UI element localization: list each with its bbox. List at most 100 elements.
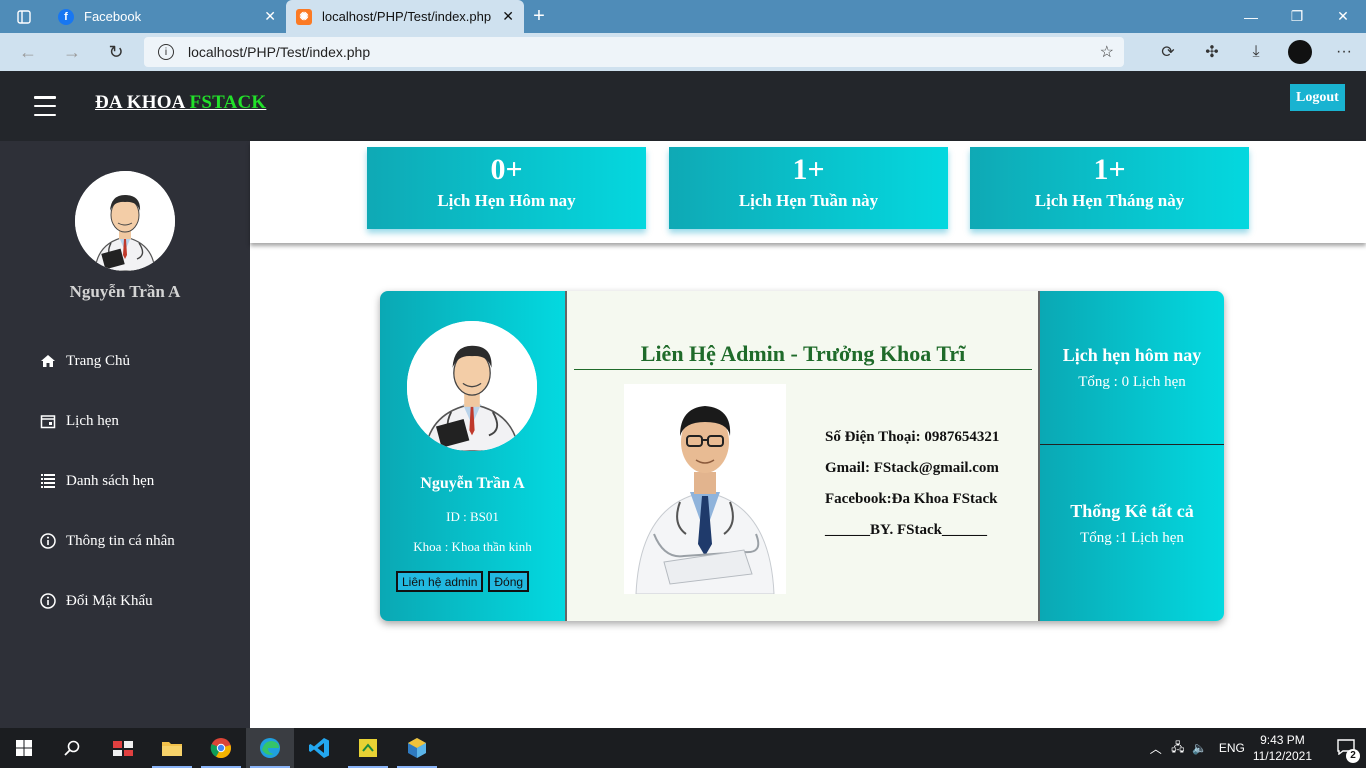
favorite-icon[interactable]: ☆ <box>1100 42 1114 62</box>
today-total: Tổng : 0 Lịch hẹn <box>1078 374 1186 390</box>
browser-toolbar: ⟳ ✣ ⤓ ··· <box>1146 33 1366 71</box>
logout-button[interactable]: Logout <box>1290 84 1345 111</box>
contact-title: Liên Hệ Admin - Trưởng Khoa Trĩ <box>574 341 1032 370</box>
sidebar-item-label: Danh sách hẹn <box>66 472 155 489</box>
site-info-icon[interactable]: i <box>158 44 174 60</box>
today-title: Lịch hẹn hôm nay <box>1062 345 1202 365</box>
avatar <box>75 171 175 271</box>
tab-localhost[interactable]: ✺ localhost/PHP/Test/index.php ✕ <box>286 0 524 33</box>
doctor-name: Nguyễn Trần A <box>420 475 525 492</box>
all-total: Tổng :1 Lịch hẹn <box>1080 530 1184 546</box>
divider <box>1040 444 1224 445</box>
close-window-icon[interactable]: ✕ <box>1320 0 1366 33</box>
language-indicator[interactable]: ENG <box>1219 741 1245 755</box>
downloads-icon[interactable]: ⤓ <box>1234 43 1278 61</box>
vscode-icon[interactable] <box>295 728 343 768</box>
sticky-app-icon[interactable] <box>344 728 392 768</box>
virtualbox-icon[interactable] <box>393 728 441 768</box>
new-tab-button[interactable]: + <box>524 0 554 33</box>
more-icon[interactable]: ··· <box>1322 43 1366 61</box>
doctor-department: Khoa : Khoa thần kinh <box>413 539 532 554</box>
stat-today: 0+ Lịch Hẹn Hôm nay <box>367 147 646 229</box>
system-tray: ︿ 🖧 🔈 ENG 9:43 PM 11/12/2021 2 <box>1145 728 1366 768</box>
stat-month: 1+ Lịch Hẹn Tháng này <box>970 147 1249 229</box>
clock-date: 11/12/2021 <box>1252 749 1312 763</box>
contact-admin-button[interactable]: Liên hệ admin <box>396 571 484 592</box>
profile-avatar[interactable] <box>1288 40 1312 64</box>
edge-icon[interactable] <box>246 728 294 768</box>
stat-value: 1+ <box>1093 153 1126 186</box>
chevron-up-icon[interactable]: ︿ <box>1145 740 1167 757</box>
sidebar-item-change-password[interactable]: Đổi Mật Khẩu <box>0 571 250 631</box>
contact-signature: ______BY. FStack______ <box>825 522 987 538</box>
sidebar-item-label: Lịch hẹn <box>66 412 119 429</box>
sidebar-user-name: Nguyễn Trần A <box>69 282 181 301</box>
refresh-icon[interactable]: ↻ <box>94 33 138 71</box>
notification-count: 2 <box>1346 748 1360 763</box>
stat-value: 1+ <box>792 153 825 186</box>
app-header: ĐA KHOA FSTACK Logout <box>0 71 1366 141</box>
restore-icon[interactable]: ❐ <box>1274 0 1320 33</box>
chrome-icon[interactable] <box>197 728 245 768</box>
notification-icon[interactable]: 2 <box>1326 738 1366 763</box>
sidebar-item-appointment-list[interactable]: Danh sách hẹn <box>0 451 250 511</box>
search-icon[interactable] <box>48 728 96 768</box>
task-view-icon[interactable] <box>99 728 147 768</box>
windows-start-icon[interactable] <box>0 728 48 768</box>
browser-nav-bar: ← → ↻ i localhost/PHP/Test/index.php ☆ ⟳… <box>0 33 1366 71</box>
address-bar[interactable]: i localhost/PHP/Test/index.php ☆ <box>144 37 1124 67</box>
browser-tab-bar: f Facebook ✕ ✺ localhost/PHP/Test/index.… <box>0 0 1366 33</box>
close-tab-icon[interactable]: ✕ <box>264 8 276 25</box>
stat-week: 1+ Lịch Hẹn Tuần này <box>669 147 948 229</box>
back-icon[interactable]: ← <box>6 33 50 71</box>
contact-email: Gmail: FStack@gmail.com <box>825 460 999 476</box>
sync-icon[interactable]: ⟳ <box>1146 42 1190 62</box>
contact-facebook: Facebook:Đa Khoa FStack <box>825 491 998 507</box>
tab-title: localhost/PHP/Test/index.php <box>322 9 492 24</box>
stat-label: Lịch Hẹn Tuần này <box>738 191 879 210</box>
today-summary: Lịch hẹn hôm nay Tổng : 0 Lịch hẹn <box>1040 345 1224 391</box>
file-explorer-icon[interactable] <box>148 728 196 768</box>
info-icon <box>40 593 56 609</box>
doctor-card: Nguyễn Trần A ID : BS01 Khoa : Khoa thần… <box>380 291 1224 621</box>
all-title: Thống Kê tất cả <box>1070 501 1194 521</box>
xampp-icon: ✺ <box>296 8 312 25</box>
network-icon[interactable]: 🖧 <box>1167 738 1189 759</box>
card-actions: Liên hệ admin Đóng <box>396 571 530 592</box>
tab-title: Facebook <box>84 9 142 24</box>
stat-label: Lịch Hẹn Tháng này <box>1034 191 1185 210</box>
doctor-profile-panel: Nguyễn Trần A ID : BS01 Khoa : Khoa thần… <box>380 291 565 621</box>
minimize-icon[interactable]: — <box>1228 0 1274 33</box>
contact-info: Số Điện Thoại: 0987654321 Gmail: FStack@… <box>825 429 999 553</box>
list-icon <box>40 473 56 489</box>
taskbar: ︿ 🖧 🔈 ENG 9:43 PM 11/12/2021 2 <box>0 728 1366 768</box>
forward-icon[interactable]: → <box>50 33 94 71</box>
home-icon <box>40 353 56 369</box>
info-icon <box>40 533 56 549</box>
stat-value: 0+ <box>490 153 523 186</box>
doctor-avatar <box>407 321 537 451</box>
window-controls: — ❐ ✕ <box>1228 0 1366 33</box>
calendar-icon <box>40 413 56 429</box>
volume-icon[interactable]: 🔈 <box>1189 741 1211 755</box>
extensions-icon[interactable]: ✣ <box>1190 42 1234 62</box>
sidebar-item-appointments[interactable]: Lịch hẹn <box>0 391 250 451</box>
clock[interactable]: 9:43 PM 11/12/2021 <box>1253 732 1312 764</box>
clock-time: 9:43 PM <box>1260 733 1305 747</box>
close-button[interactable]: Đóng <box>488 571 530 592</box>
sidebar-item-label: Thông tin cá nhân <box>66 532 175 549</box>
stat-label: Lịch Hẹn Hôm nay <box>437 191 576 210</box>
sidebar-item-home[interactable]: Trang Chủ <box>0 331 250 391</box>
tab-actions-icon[interactable] <box>0 0 48 33</box>
all-summary: Thống Kê tất cả Tổng :1 Lịch hẹn <box>1040 501 1224 547</box>
tab-facebook[interactable]: f Facebook ✕ <box>48 0 286 33</box>
url-text: localhost/PHP/Test/index.php <box>188 44 371 60</box>
close-tab-icon[interactable]: ✕ <box>502 8 514 25</box>
facebook-icon: f <box>58 8 74 25</box>
doctor-id: ID : BS01 <box>446 509 499 524</box>
sidebar-item-profile[interactable]: Thông tin cá nhân <box>0 511 250 571</box>
sidebar-item-label: Đổi Mật Khẩu <box>66 592 153 609</box>
brand-logo[interactable]: ĐA KHOA FSTACK <box>95 92 266 114</box>
contact-phone: Số Điện Thoại: 0987654321 <box>825 429 1000 445</box>
menu-toggle-icon[interactable] <box>34 96 56 116</box>
